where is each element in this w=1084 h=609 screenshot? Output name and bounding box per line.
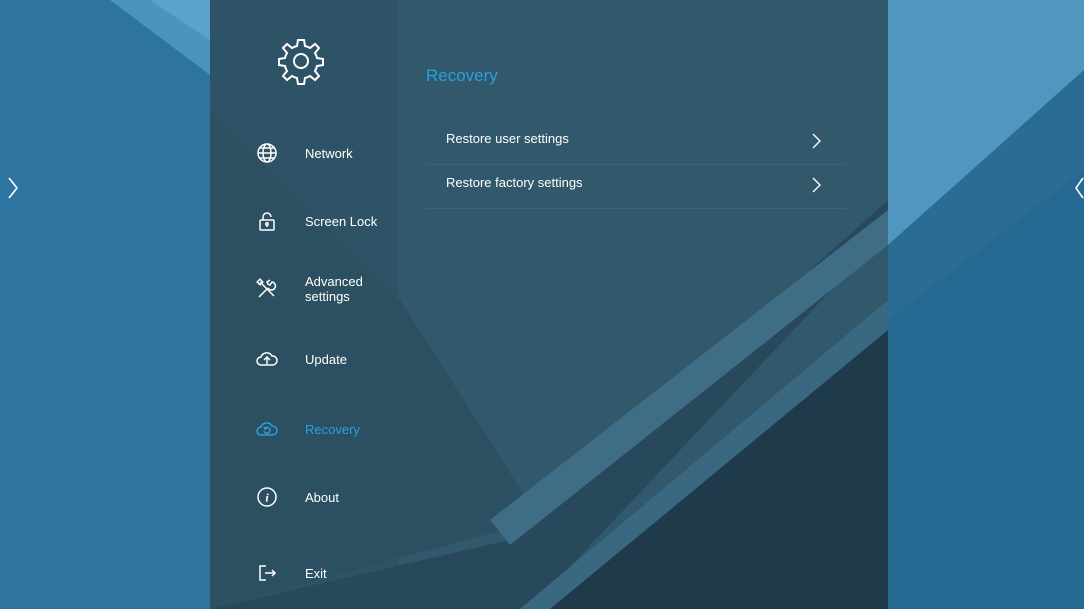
sidebar-item-label: Update — [305, 351, 347, 367]
restore-factory-settings-option[interactable]: Restore factory settings — [426, 164, 846, 209]
left-edge-arrow-icon[interactable] — [6, 175, 20, 201]
sidebar-item-update[interactable]: Update — [210, 330, 398, 388]
sidebar-item-about[interactable]: i About — [210, 468, 398, 526]
globe-icon — [256, 142, 278, 164]
settings-gear-icon — [272, 32, 330, 90]
sidebar-item-label: Advanced settings — [305, 274, 363, 304]
option-label: Restore factory settings — [446, 175, 583, 190]
svg-text:i: i — [265, 491, 269, 505]
info-icon: i — [256, 486, 278, 508]
option-label: Restore user settings — [446, 131, 569, 146]
cloud-restore-icon — [256, 418, 278, 440]
sidebar-item-advanced-settings[interactable]: Advanced settings — [210, 260, 398, 318]
chevron-right-icon — [812, 177, 821, 193]
right-edge-arrow-icon[interactable] — [1072, 175, 1084, 201]
sidebar-item-recovery[interactable]: Recovery — [210, 400, 398, 458]
sidebar-item-network[interactable]: Network — [210, 124, 398, 182]
sidebar-item-label: Network — [305, 145, 353, 161]
page-title: Recovery — [426, 66, 498, 85]
sidebar-item-screen-lock[interactable]: Screen Lock — [210, 192, 398, 250]
cloud-upload-icon — [256, 348, 278, 370]
sidebar-item-label: Exit — [305, 565, 327, 581]
sidebar-item-label: Recovery — [305, 421, 360, 437]
restore-user-settings-option[interactable]: Restore user settings — [426, 120, 846, 165]
lock-icon — [256, 210, 278, 232]
sidebar-item-label: Screen Lock — [305, 213, 378, 229]
sidebar-item-label: About — [305, 489, 339, 505]
chevron-right-icon — [812, 133, 821, 149]
settings-panel: Network Screen Lock Advanced settings Up… — [210, 0, 888, 609]
exit-icon — [256, 562, 278, 584]
sidebar-item-exit[interactable]: Exit — [210, 544, 398, 602]
tools-icon — [256, 278, 278, 300]
